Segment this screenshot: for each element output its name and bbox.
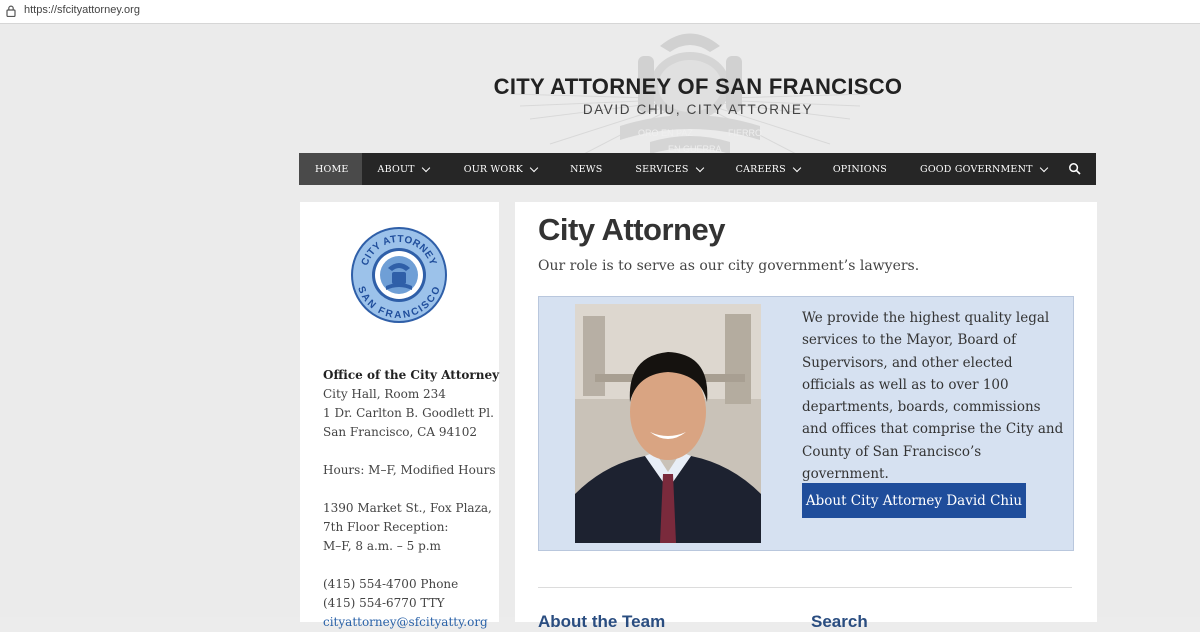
city-attorney-portrait bbox=[575, 304, 761, 543]
nav-label: OUR WORK bbox=[463, 163, 524, 175]
site-subtitle: DAVID CHIU, CITY ATTORNEY bbox=[582, 102, 814, 117]
phone-number[interactable]: (415) 554-4700 Phone bbox=[323, 577, 458, 591]
section-divider bbox=[538, 587, 1072, 588]
page-tagline: Our role is to serve as our city governm… bbox=[538, 258, 920, 274]
nav-label: GOOD GOVERNMENT bbox=[920, 163, 1033, 175]
seal-motto-left: ORO EN PAZ bbox=[638, 128, 693, 138]
url-text[interactable]: https://sfcityattorney.org bbox=[24, 4, 140, 16]
nav-good-government[interactable]: GOOD GOVERNMENT bbox=[900, 153, 1060, 185]
annex-line: 1390 Market St., Fox Plaza, bbox=[323, 501, 492, 515]
address-line: San Francisco, CA 94102 bbox=[323, 425, 477, 439]
main-content: City Attorney Our role is to serve as ou… bbox=[515, 202, 1097, 631]
about-city-attorney-button[interactable]: About City Attorney David Chiu bbox=[802, 483, 1026, 518]
annex-line: M–F, 8 a.m. – 5 p.m bbox=[323, 539, 441, 553]
nav-our-work[interactable]: OUR WORK bbox=[442, 153, 550, 185]
nav-careers[interactable]: CAREERS bbox=[716, 153, 813, 185]
page: ORO EN PAZ FIERRO EN GUERRA CITY ATTORNE… bbox=[0, 24, 1200, 631]
nav-label: HOME bbox=[315, 163, 349, 175]
nav-label: SERVICES bbox=[635, 163, 689, 175]
nav-label: NEWS bbox=[570, 163, 603, 175]
lock-icon bbox=[6, 5, 16, 17]
seal-motto-right: FIERRO bbox=[728, 128, 762, 138]
nav-news[interactable]: NEWS bbox=[550, 153, 615, 185]
section-heading-team: About the Team bbox=[538, 612, 666, 631]
office-hours: Hours: M–F, Modified Hours bbox=[323, 463, 496, 477]
chevron-down-icon bbox=[792, 163, 802, 172]
chevron-down-icon bbox=[421, 163, 430, 172]
city-attorney-seal-logo[interactable]: CITY ATTORNEY SAN FRANCISCO bbox=[350, 226, 448, 324]
nav-opinions[interactable]: OPINIONS bbox=[813, 153, 900, 185]
contact-info: (415) 554-4700 Phone (415) 554-6770 TTY … bbox=[323, 575, 488, 632]
nav-about[interactable]: ABOUT bbox=[362, 153, 442, 185]
address-line: 1 Dr. Carlton B. Goodlett Pl. bbox=[323, 406, 494, 420]
nav-home[interactable]: HOME bbox=[299, 153, 362, 185]
nav-services[interactable]: SERVICES bbox=[615, 153, 715, 185]
search-icon[interactable] bbox=[1068, 162, 1082, 176]
chevron-down-icon bbox=[1039, 163, 1048, 172]
tty-number[interactable]: (415) 554-6770 TTY bbox=[323, 596, 445, 610]
chevron-down-icon bbox=[695, 163, 704, 172]
browser-address-bar[interactable]: https://sfcityattorney.org bbox=[0, 0, 1200, 24]
annex-line: 7th Floor Reception: bbox=[323, 520, 449, 534]
email-link[interactable]: cityattorney@sfcityatty.org bbox=[323, 615, 488, 629]
office-name: Office of the City Attorney bbox=[323, 368, 500, 382]
office-address: Office of the City Attorney City Hall, R… bbox=[323, 366, 499, 442]
site-title[interactable]: CITY ATTORNEY OF SAN FRANCISCO bbox=[300, 74, 1096, 100]
nav-label: ABOUT bbox=[377, 163, 415, 175]
page-title: City Attorney bbox=[538, 212, 725, 247]
section-heading-search: Search bbox=[811, 612, 868, 631]
sidebar: CITY ATTORNEY SAN FRANCISCO Office of th… bbox=[300, 202, 499, 629]
main-nav: HOME ABOUT OUR WORK NEWS SERVICES CAREER… bbox=[299, 153, 1096, 185]
nav-label: OPINIONS bbox=[832, 163, 888, 175]
annex-address: 1390 Market St., Fox Plaza, 7th Floor Re… bbox=[323, 499, 492, 556]
chevron-down-icon bbox=[529, 163, 539, 172]
feature-box: We provide the highest quality legal ser… bbox=[538, 296, 1074, 551]
nav-label: CAREERS bbox=[735, 163, 786, 175]
feature-description: We provide the highest quality legal ser… bbox=[802, 310, 1064, 483]
address-line: City Hall, Room 234 bbox=[323, 387, 446, 401]
